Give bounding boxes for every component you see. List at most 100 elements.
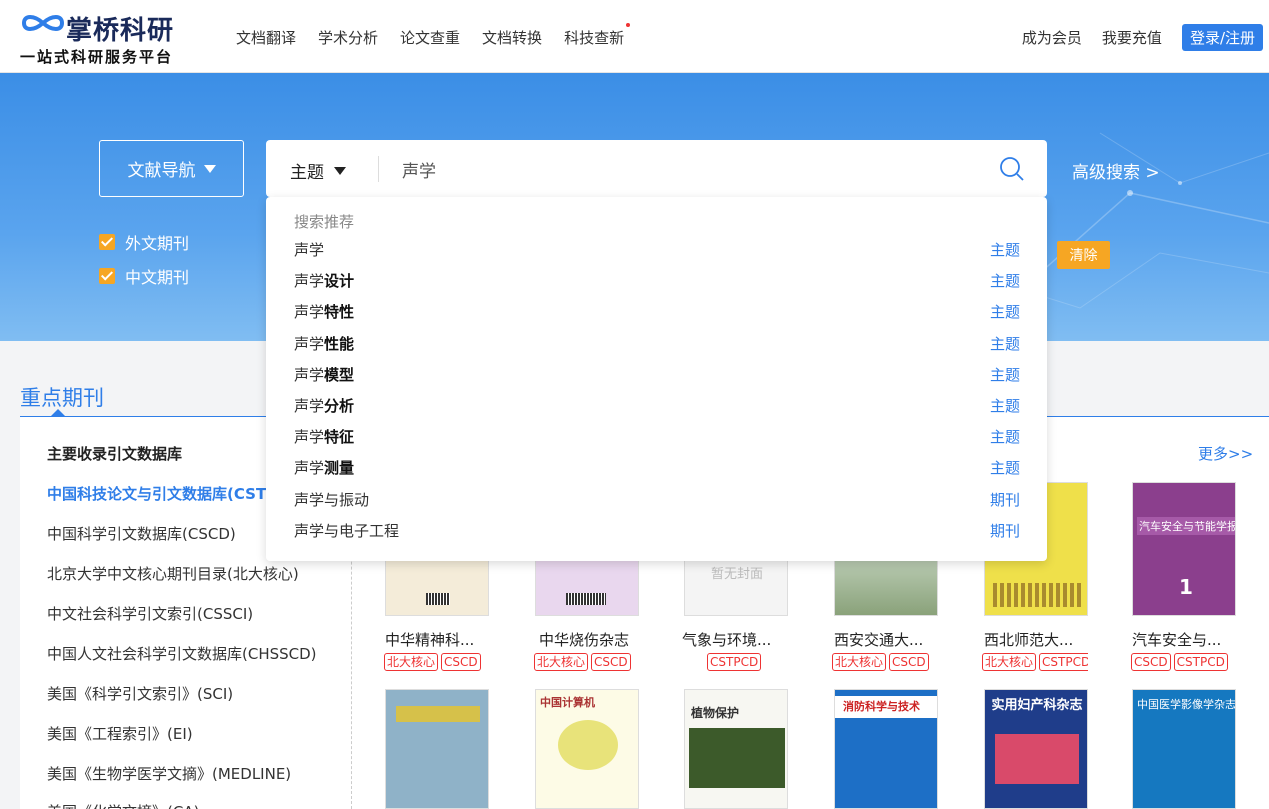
search-box: 主题 [266, 140, 1047, 197]
database-item[interactable]: 中国科学引文数据库(CSCD) [47, 523, 236, 544]
clear-button[interactable]: 清除 [1057, 241, 1110, 269]
index-badge: CSCD [441, 653, 481, 671]
member-link[interactable]: 成为会员 [1022, 27, 1082, 48]
suggestion-text: 声学模型 [294, 364, 354, 385]
filter-foreign-journal[interactable]: 外文期刊 [99, 230, 189, 254]
journal-cover[interactable]: 消防科学与技术 [834, 689, 938, 809]
index-badge: 北大核心 [534, 653, 589, 671]
filter-chinese-journal[interactable]: 中文期刊 [99, 264, 189, 288]
suggestion-prefix: 声学 [294, 241, 325, 259]
suggestion-item[interactable]: 声学性能 主题 [266, 329, 1047, 360]
journal-cover[interactable] [385, 689, 489, 809]
journal-name[interactable]: 西北师范大... [984, 629, 1073, 650]
section-title: 重点期刊 [20, 386, 104, 410]
main-nav: 文档翻译 学术分析 论文查重 文档转换 科技查新 [236, 23, 646, 48]
suggestion-item[interactable]: 声学特性 主题 [266, 297, 1047, 328]
suggestion-text: 声学 [294, 239, 324, 260]
journal-tags: 北大核心 CSCD [832, 653, 929, 671]
recharge-link[interactable]: 我要充值 [1102, 27, 1162, 48]
search-input[interactable] [402, 154, 962, 184]
suggestion-prefix: 声学与电子工程 [294, 521, 400, 540]
logo-title: 掌桥科研 [66, 16, 175, 46]
index-badge: 北大核心 [384, 653, 439, 671]
literature-nav-label: 文献导航 [127, 161, 196, 181]
filter-label: 中文期刊 [125, 268, 190, 287]
suggestion-prefix: 声学 [294, 272, 325, 291]
journal-cover[interactable]: 汽车安全与节能学报 1 [1132, 482, 1236, 616]
nav-convert[interactable]: 文档转换 [482, 27, 542, 48]
journal-cover[interactable]: 中国计算机 [535, 689, 639, 809]
suggestion-text: 声学测量 [294, 457, 354, 478]
logo[interactable]: 掌桥科研 一站式科研服务平台 [20, 8, 200, 66]
cover-title: 中国计算机 [540, 696, 595, 709]
no-cover-text: 暂无封面 [710, 567, 763, 582]
cover-title: 汽车安全与节能学报 [1137, 517, 1235, 535]
database-item[interactable]: 美国《生物学医学文摘》(MEDLINE) [47, 763, 291, 784]
chevron-down-icon [203, 164, 216, 173]
suggestion-type: 主题 [989, 334, 1020, 353]
nav-translate[interactable]: 文档翻译 [236, 27, 296, 48]
header-actions: 成为会员 我要充值 登录/注册 [1022, 24, 1263, 51]
journal-cover[interactable]: 中国医学影像学杂志 [1132, 689, 1236, 809]
suggestion-item[interactable]: 声学特征 主题 [266, 422, 1047, 453]
suggestion-text: 声学性能 [294, 333, 354, 354]
journal-tags: CSCD CSTPCD [1131, 653, 1228, 671]
chevron-down-icon [334, 166, 346, 175]
suggestion-item[interactable]: 声学设计 主题 [266, 266, 1047, 297]
logo-subtitle: 一站式科研服务平台 [20, 48, 174, 66]
cover-title: 植物保护 [691, 706, 740, 720]
suggestion-highlight: 性能 [324, 334, 355, 353]
section-pointer-icon [50, 409, 66, 417]
suggestion-highlight: 模型 [324, 365, 355, 384]
journal-name[interactable]: 中华精神科... [385, 629, 474, 650]
logo-infinity-icon [21, 15, 65, 31]
search-field-select[interactable]: 主题 [290, 158, 346, 183]
journal-name[interactable]: 中华烧伤杂志 [539, 629, 629, 650]
suggestion-item[interactable]: 声学与电子工程 期刊 [266, 516, 1047, 547]
search-icon[interactable] [999, 156, 1025, 182]
suggestion-prefix: 声学 [294, 365, 325, 384]
suggestion-type: 期刊 [989, 521, 1020, 540]
journal-cover[interactable]: 植物保护 [684, 689, 788, 809]
suggestion-text: 声学与电子工程 [294, 520, 399, 541]
journal-tags: 北大核心 CSTPCD [982, 653, 1088, 671]
database-item[interactable]: 中文社会科学引文索引(CSSCI) [47, 603, 253, 624]
database-item[interactable]: 美国《化学文摘》(CA) [47, 801, 199, 809]
search-suggestions-dropdown: 搜索推荐 声学 主题 声学设计 主题 声学特性 主题 声学性能 主题 声学模型 主题 声学分析 主题声… [266, 197, 1047, 561]
suggestion-prefix: 声学 [294, 459, 325, 478]
nav-plagiarism[interactable]: 论文查重 [400, 27, 460, 48]
journal-name[interactable]: 西安交通大... [834, 629, 923, 650]
index-badge: CSTPCD [1173, 653, 1228, 671]
suggestion-prefix: 声学 [294, 428, 325, 447]
suggestion-item[interactable]: 声学与振动 期刊 [266, 485, 1047, 516]
suggestion-prefix: 声学 [294, 334, 325, 353]
suggestion-highlight: 分析 [324, 397, 355, 415]
index-badge: 北大核心 [982, 653, 1037, 671]
database-item[interactable]: 北京大学中文核心期刊目录(北大核心) [47, 563, 299, 584]
journal-name[interactable]: 汽车安全与... [1132, 629, 1221, 650]
journal-cover[interactable]: 实用妇产科杂志 [984, 689, 1088, 809]
advanced-search-link[interactable]: 高级搜索 > [1072, 158, 1160, 183]
more-link[interactable]: 更多>> [1198, 443, 1253, 464]
suggestion-item[interactable]: 声学 主题 [266, 235, 1047, 266]
suggestion-highlight: 特征 [324, 428, 355, 447]
journal-tags: 北大核心 CSCD [534, 653, 640, 671]
suggestion-item[interactable]: 声学分析 主题 [266, 391, 1047, 422]
nav-novelty[interactable]: 科技查新 [564, 23, 631, 48]
suggestion-item[interactable]: 声学模型 主题 [266, 360, 1047, 391]
login-button[interactable]: 登录/注册 [1181, 24, 1263, 51]
top-header: 掌桥科研 一站式科研服务平台 文档翻译 学术分析 论文查重 文档转换 科技查新 … [0, 0, 1269, 73]
literature-nav-button[interactable]: 文献导航 [99, 140, 244, 197]
database-item[interactable]: 中国人文社会科学引文数据库(CHSSCD) [47, 643, 317, 664]
suggestion-item[interactable]: 声学测量 主题 [266, 453, 1047, 484]
cover-title: 消防科学与技术 [843, 700, 920, 713]
database-item[interactable]: 美国《科学引文索引》(SCI) [47, 683, 233, 704]
suggestion-prefix: 声学与振动 [294, 490, 370, 509]
journal-tags: CSTPCD [707, 653, 762, 671]
suggestion-type: 主题 [989, 303, 1020, 322]
nav-analysis[interactable]: 学术分析 [318, 27, 378, 48]
search-field-label: 主题 [290, 163, 324, 183]
journal-name[interactable]: 气象与环境... [682, 629, 771, 650]
cover-title: 实用妇产科杂志 [991, 698, 1083, 713]
database-item[interactable]: 美国《工程索引》(EI) [47, 723, 193, 744]
